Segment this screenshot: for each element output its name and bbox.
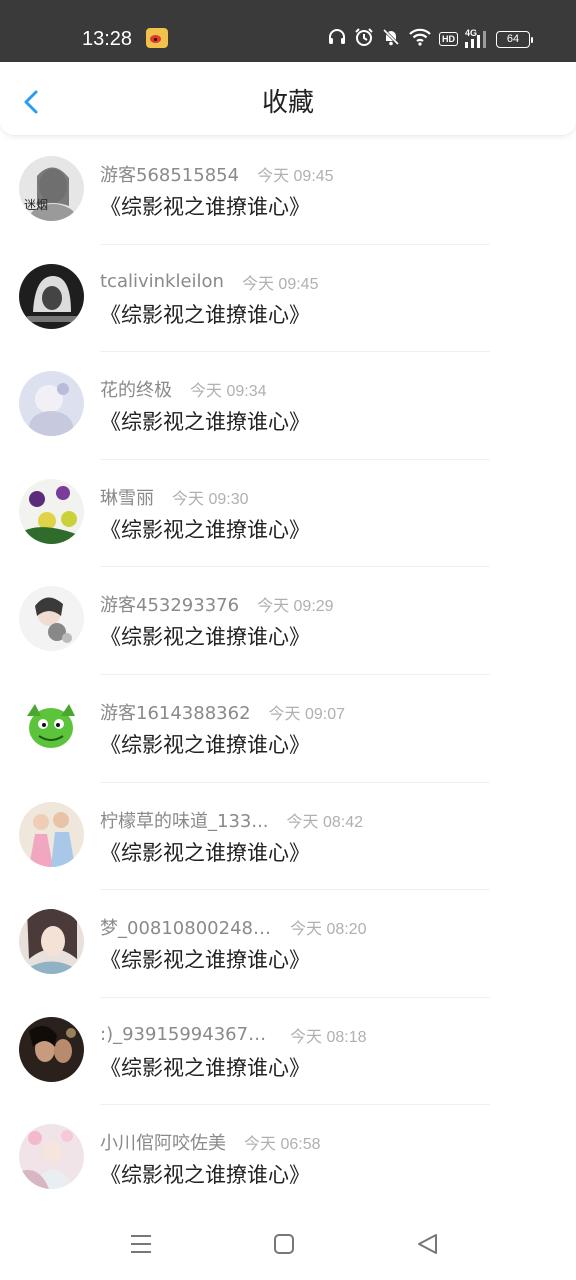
avatar[interactable] [19,909,84,975]
alarm-icon [354,27,374,51]
user-name: 游客1614388362 [100,702,251,724]
timestamp: 今天 08:18 [290,1028,367,1046]
avatar[interactable] [19,801,84,867]
timestamp: 今天 08:42 [286,813,364,831]
book-title[interactable]: 《综影视之谁撩谁心》 [100,839,310,867]
list-item[interactable]: 迷烟 游客568515854 今天 09:45 《综影视之谁撩谁心》 [0,137,576,245]
list-item[interactable]: 琳雪丽 今天 09:30 《综影视之谁撩谁心》 [0,460,576,568]
timestamp: 今天 09:45 [257,168,334,185]
book-title[interactable]: 《综影视之谁撩谁心》 [100,1054,310,1082]
signal-icon: 4G [465,28,489,49]
avatar[interactable] [19,693,84,759]
timestamp: 今天 06:58 [244,1136,321,1154]
list-item[interactable]: tcalivinkleilon 今天 09:45 《综影视之谁撩谁心》 [0,245,576,353]
avatar[interactable] [19,478,84,544]
avatar[interactable] [19,263,84,329]
timestamp: 今天 09:34 [190,383,267,401]
avatar[interactable]: 迷烟 [19,156,84,221]
user-name: tcalivinkleilon [100,271,224,293]
status-bar: 13:28 HD 4G 64 [0,0,576,62]
hd-icon: HD [439,32,458,46]
avatar-caption: 迷烟 [24,198,49,212]
favorites-list: 迷烟 游客568515854 今天 09:45 《综影视之谁撩谁心》 tcali… [0,137,576,1213]
status-icons: HD 4G 64 [327,26,533,52]
timestamp: 今天 09:45 [241,275,319,293]
book-title[interactable]: 《综影视之谁撩谁心》 [100,408,310,436]
mute-notification-icon [381,27,401,51]
list-item[interactable]: 梦_008108002482... 今天 08:20 《综影视之谁撩谁心》 [0,890,576,998]
home-button[interactable] [270,1230,298,1258]
avatar[interactable] [19,371,84,437]
menu-button[interactable] [127,1230,155,1258]
list-item[interactable]: 花的终极 今天 09:34 《综影视之谁撩谁心》 [0,352,576,460]
list-item[interactable]: 小川倌阿咬佐美 今天 06:58 《综影视之谁撩谁心》 [0,1105,576,1213]
app-header: 收藏 [0,62,576,136]
battery-icon: 64 [496,30,533,48]
system-nav-bar [0,1212,576,1280]
book-title[interactable]: 《综影视之谁撩谁心》 [100,193,310,221]
status-time: 13:28 [82,28,133,50]
menu-icon [131,1235,151,1253]
avatar[interactable] [19,1124,84,1190]
book-title[interactable]: 《综影视之谁撩谁心》 [100,731,310,759]
battery-level: 64 [506,33,520,45]
timestamp: 今天 09:07 [268,705,346,723]
headphones-icon [327,27,347,51]
wifi-icon [408,27,432,51]
back-nav-button[interactable] [414,1230,442,1258]
book-title[interactable]: 《综影视之谁撩谁心》 [100,301,310,329]
timestamp: 今天 09:30 [172,490,249,508]
timestamp: 今天 08:20 [290,921,367,939]
user-name: 小川倌阿咬佐美 [100,1133,226,1155]
list-item[interactable]: 柠檬草的味道_133... 今天 08:42 《综影视之谁撩谁心》 [0,783,576,891]
user-name: 梦_008108002482... [100,918,272,940]
book-title[interactable]: 《综影视之谁撩谁心》 [100,1161,310,1189]
user-name: 游客568515854 [100,165,240,186]
weibo-icon [146,28,168,48]
book-title[interactable]: 《综影视之谁撩谁心》 [100,516,310,544]
user-name: 游客453293376 [100,595,240,617]
home-square-icon [274,1234,294,1254]
book-title[interactable]: 《综影视之谁撩谁心》 [100,946,310,974]
avatar[interactable] [19,586,84,652]
user-name: 柠檬草的味道_133... [100,810,269,832]
list-item[interactable]: 游客1614388362 今天 09:07 《综影视之谁撩谁心》 [0,675,576,783]
back-triangle-icon [418,1234,437,1254]
user-name: :)_9391599436722... [100,1024,272,1046]
timestamp: 今天 09:29 [257,598,334,616]
list-item[interactable]: 游客453293376 今天 09:29 《综影视之谁撩谁心》 [0,567,576,675]
list-item[interactable]: :)_9391599436722... 今天 08:18 《综影视之谁撩谁心》 [0,998,576,1106]
user-name: 花的终极 [100,380,172,402]
book-title[interactable]: 《综影视之谁撩谁心》 [100,623,310,651]
user-name: 琳雪丽 [100,487,154,509]
page-title: 收藏 [261,88,314,118]
avatar[interactable] [19,1016,84,1082]
